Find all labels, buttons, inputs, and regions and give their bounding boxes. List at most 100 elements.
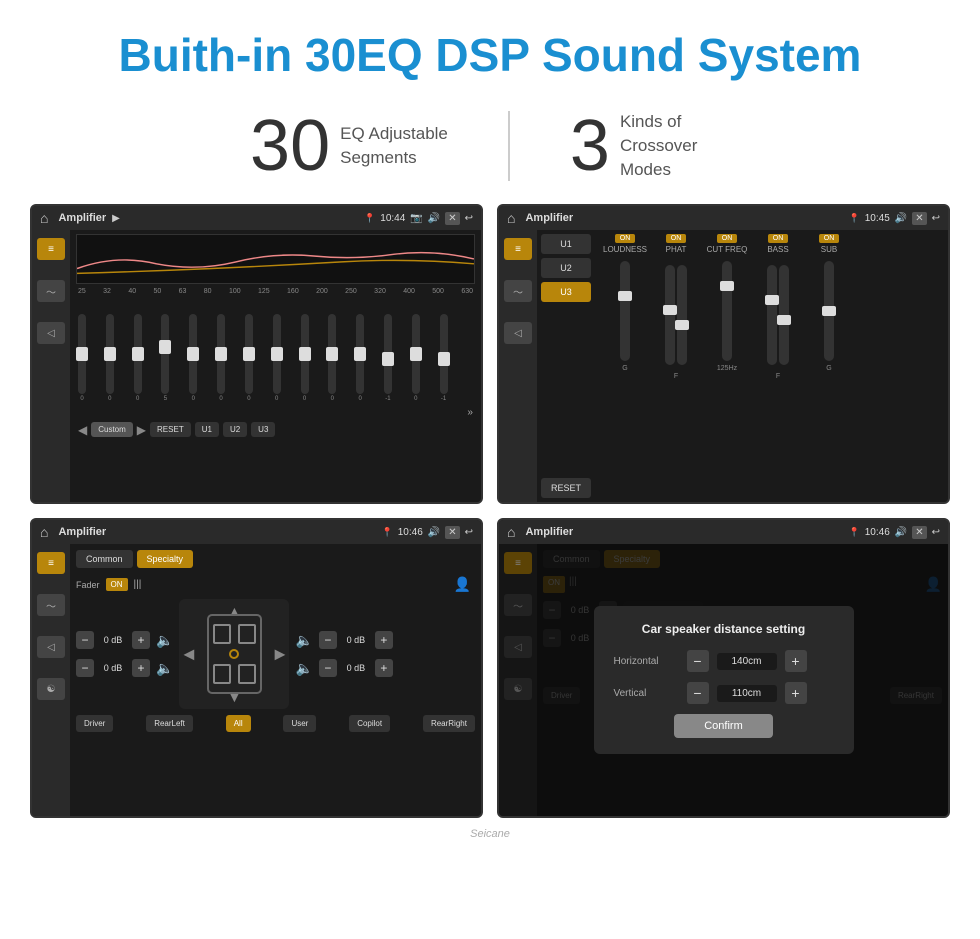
reset-crossover-btn[interactable]: RESET: [541, 478, 591, 498]
screen3-x-icon[interactable]: ✕: [445, 526, 459, 539]
bass-on-badge[interactable]: ON: [768, 234, 789, 243]
slider-col[interactable]: 0: [134, 298, 142, 418]
screen2-home-icon[interactable]: ⌂: [507, 210, 515, 226]
slider-track[interactable]: [273, 314, 281, 394]
sub-on-badge[interactable]: ON: [819, 234, 840, 243]
vol-minus-rl[interactable]: −: [76, 659, 94, 677]
u1-btn[interactable]: U1: [195, 422, 219, 437]
vol-plus-fl[interactable]: +: [132, 631, 150, 649]
screen3-home-icon[interactable]: ⌂: [40, 524, 48, 540]
phat-slider1[interactable]: [665, 265, 675, 365]
u3-btn[interactable]: U3: [251, 422, 275, 437]
sub-slider[interactable]: [824, 261, 834, 361]
vol-plus-rl[interactable]: +: [132, 659, 150, 677]
slider-track[interactable]: [412, 314, 420, 394]
screen1-play-icon[interactable]: ▶: [112, 213, 120, 224]
bass-slider2[interactable]: [779, 265, 789, 365]
slider-col[interactable]: 0: [412, 298, 420, 418]
custom-btn[interactable]: Custom: [91, 422, 133, 437]
slider-col[interactable]: 5: [161, 298, 169, 418]
slider-track[interactable]: [328, 314, 336, 394]
user-btn[interactable]: User: [283, 715, 316, 732]
screen4-back-icon[interactable]: ↩: [932, 527, 940, 538]
slider-col[interactable]: 0: [78, 298, 86, 418]
loudness-slider[interactable]: [620, 261, 630, 361]
slider-col[interactable]: 0: [273, 298, 281, 418]
screen1-back-icon[interactable]: ↩: [465, 213, 473, 224]
eq-tune-icon[interactable]: ≡: [37, 238, 65, 260]
right-arrow[interactable]: ▶: [275, 646, 286, 663]
driver-btn[interactable]: Driver: [76, 715, 113, 732]
vertical-plus-btn[interactable]: +: [785, 682, 807, 704]
crossover-speaker-icon[interactable]: ◁: [504, 322, 532, 344]
speaker-bt-icon[interactable]: ☯: [37, 678, 65, 700]
screen2-vol-icon[interactable]: 🔊: [895, 213, 907, 224]
expand-icon[interactable]: »: [467, 407, 473, 418]
u3-crossover-btn[interactable]: U3: [541, 282, 591, 302]
screen3-back-icon[interactable]: ↩: [465, 527, 473, 538]
u2-crossover-btn[interactable]: U2: [541, 258, 591, 278]
screen2-x-icon[interactable]: ✕: [912, 212, 926, 225]
screen1-home-icon[interactable]: ⌂: [40, 210, 48, 226]
slider-col[interactable]: -1: [384, 298, 392, 418]
slider-track[interactable]: [384, 314, 392, 394]
screen4-home-icon[interactable]: ⌂: [507, 524, 515, 540]
user-icon[interactable]: 👤: [454, 576, 471, 593]
slider-track[interactable]: [106, 314, 114, 394]
crossover-tune-icon[interactable]: ≡: [504, 238, 532, 260]
horizontal-minus-btn[interactable]: −: [687, 650, 709, 672]
confirm-button[interactable]: Confirm: [674, 714, 773, 738]
fader-slider[interactable]: |||: [134, 579, 142, 590]
rearright-btn[interactable]: RearRight: [423, 715, 475, 732]
slider-col[interactable]: -1: [440, 298, 448, 418]
screen2-back-icon[interactable]: ↩: [932, 213, 940, 224]
slider-track[interactable]: [217, 314, 225, 394]
rearleft-btn[interactable]: RearLeft: [146, 715, 193, 732]
u1-crossover-btn[interactable]: U1: [541, 234, 591, 254]
slider-track[interactable]: [161, 314, 169, 394]
speaker-vol-icon[interactable]: ◁: [37, 636, 65, 658]
reset-btn[interactable]: RESET: [150, 422, 191, 437]
vol-minus-fr[interactable]: −: [319, 631, 337, 649]
speaker-wave-icon[interactable]: 〜: [37, 594, 65, 616]
next-btn[interactable]: ▶: [137, 423, 146, 437]
eq-wave-icon[interactable]: 〜: [37, 280, 65, 302]
u2-btn[interactable]: U2: [223, 422, 247, 437]
slider-track[interactable]: [189, 314, 197, 394]
speaker-tune-icon[interactable]: ≡: [37, 552, 65, 574]
phat-on-badge[interactable]: ON: [666, 234, 687, 243]
screen4-vol-icon[interactable]: 🔊: [895, 527, 907, 538]
screen3-vol-icon[interactable]: 🔊: [428, 527, 440, 538]
slider-track[interactable]: [440, 314, 448, 394]
left-arrow[interactable]: ◀: [183, 646, 194, 663]
slider-col[interactable]: 0: [328, 298, 336, 418]
vol-plus-rr[interactable]: +: [375, 659, 393, 677]
all-btn[interactable]: All: [226, 715, 251, 732]
slider-track[interactable]: [134, 314, 142, 394]
phat-slider2[interactable]: [677, 265, 687, 365]
screen4-x-icon[interactable]: ✕: [912, 526, 926, 539]
vertical-minus-btn[interactable]: −: [687, 682, 709, 704]
loudness-on-badge[interactable]: ON: [615, 234, 636, 243]
vol-plus-fr[interactable]: +: [375, 631, 393, 649]
screen1-camera-icon[interactable]: 📷: [410, 213, 422, 224]
screen1-x-icon[interactable]: ✕: [445, 212, 459, 225]
slider-col[interactable]: 0: [106, 298, 114, 418]
slider-col[interactable]: 0: [356, 298, 364, 418]
screen1-vol-icon[interactable]: 🔊: [428, 213, 440, 224]
vol-minus-rr[interactable]: −: [319, 659, 337, 677]
bass-slider1[interactable]: [767, 265, 777, 365]
slider-track[interactable]: [301, 314, 309, 394]
vol-minus-fl[interactable]: −: [76, 631, 94, 649]
eq-sliders[interactable]: 0 0 0 5 0: [76, 298, 475, 418]
specialty-tab[interactable]: Specialty: [137, 550, 194, 568]
slider-track[interactable]: [356, 314, 364, 394]
fader-on-badge[interactable]: ON: [106, 578, 128, 591]
horizontal-plus-btn[interactable]: +: [785, 650, 807, 672]
crossover-wave-icon[interactable]: 〜: [504, 280, 532, 302]
cutfreq-on-badge[interactable]: ON: [717, 234, 738, 243]
common-tab[interactable]: Common: [76, 550, 133, 568]
slider-col[interactable]: 0: [301, 298, 309, 418]
eq-speaker-icon[interactable]: ◁: [37, 322, 65, 344]
slider-col[interactable]: 0: [245, 298, 253, 418]
